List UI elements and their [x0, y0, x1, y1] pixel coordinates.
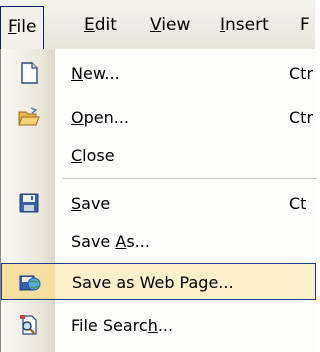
menu-item-file-search-rest: ... — [157, 316, 174, 335]
save-web-page-icon — [19, 275, 41, 291]
menu-item-close-rest: lose — [82, 146, 115, 165]
menu-item-open-accel: O — [71, 108, 84, 127]
menu-edit-accel: E — [84, 15, 95, 35]
menu-item-save-as[interactable]: Save As... — [1, 223, 316, 260]
menu-insert[interactable]: Insert — [220, 8, 269, 42]
menu-file-rest: ile — [16, 17, 37, 37]
menu-item-save-as-web-page-label: Save as Web Page... — [72, 273, 234, 292]
menu-item-save-shortcut: Ct — [289, 194, 307, 213]
menu-item-save-accel: S — [71, 194, 82, 213]
menu-item-new-shortcut: Ctr — [289, 64, 314, 83]
menu-bar: File Edit View Insert F — [0, 0, 315, 50]
menu-format-partial[interactable]: F — [300, 8, 310, 42]
menu-item-new[interactable]: New... Ctr — [1, 55, 316, 92]
menu-item-open[interactable]: Open... Ctr — [1, 99, 316, 136]
menu-edit-rest: dit — [94, 15, 117, 35]
menu-item-save[interactable]: Save Ct — [1, 185, 316, 222]
menu-view-rest: iew — [161, 15, 191, 35]
menu-item-save-as-rest: s... — [126, 232, 150, 251]
menu-item-close-accel: C — [71, 146, 83, 165]
menu-item-file-search[interactable]: File Search... — [1, 307, 316, 344]
menu-item-save-rest: ave — [81, 194, 111, 213]
menu-item-save-as-accel: A — [115, 232, 127, 251]
menu-edit[interactable]: Edit — [84, 8, 117, 42]
menu-view[interactable]: View — [150, 8, 190, 42]
menu-item-save-as-label: Save As... — [71, 223, 150, 260]
menu-item-open-label: Open... — [71, 99, 129, 136]
menu-item-open-rest: pen... — [83, 108, 129, 127]
menu-item-new-accel: N — [71, 64, 83, 83]
menu-item-save-as-web-page[interactable]: Save as Web Page... — [1, 263, 316, 300]
menu-insert-rest: nsert — [225, 15, 269, 35]
menu-item-file-search-accel: h — [147, 316, 158, 335]
file-search-icon — [20, 315, 37, 335]
menu-item-new-label: New... — [71, 55, 120, 92]
menu-item-file-search-label: File Search... — [71, 307, 173, 344]
menu-separator — [63, 178, 316, 179]
new-document-icon — [21, 62, 38, 84]
menu-view-accel: V — [150, 15, 162, 35]
menu-file[interactable]: File — [0, 6, 45, 50]
menu-file-accel: F — [8, 17, 17, 37]
menu-item-close[interactable]: Close — [1, 137, 316, 174]
menu-format-partial-label: F — [300, 15, 310, 35]
file-menu-dropdown: New... Ctr Open... Ctr Close Save Ct Sav… — [0, 49, 316, 352]
menu-item-new-rest: ew... — [82, 64, 120, 83]
open-folder-icon — [18, 107, 40, 126]
menu-item-close-label: Close — [71, 137, 115, 174]
menu-item-save-as-pre: Save — [71, 232, 116, 251]
menu-item-save-label: Save — [71, 185, 110, 222]
floppy-disk-icon — [19, 193, 39, 213]
menu-item-file-search-pre: File Searc — [71, 316, 148, 335]
menu-item-open-shortcut: Ctr — [289, 108, 314, 127]
